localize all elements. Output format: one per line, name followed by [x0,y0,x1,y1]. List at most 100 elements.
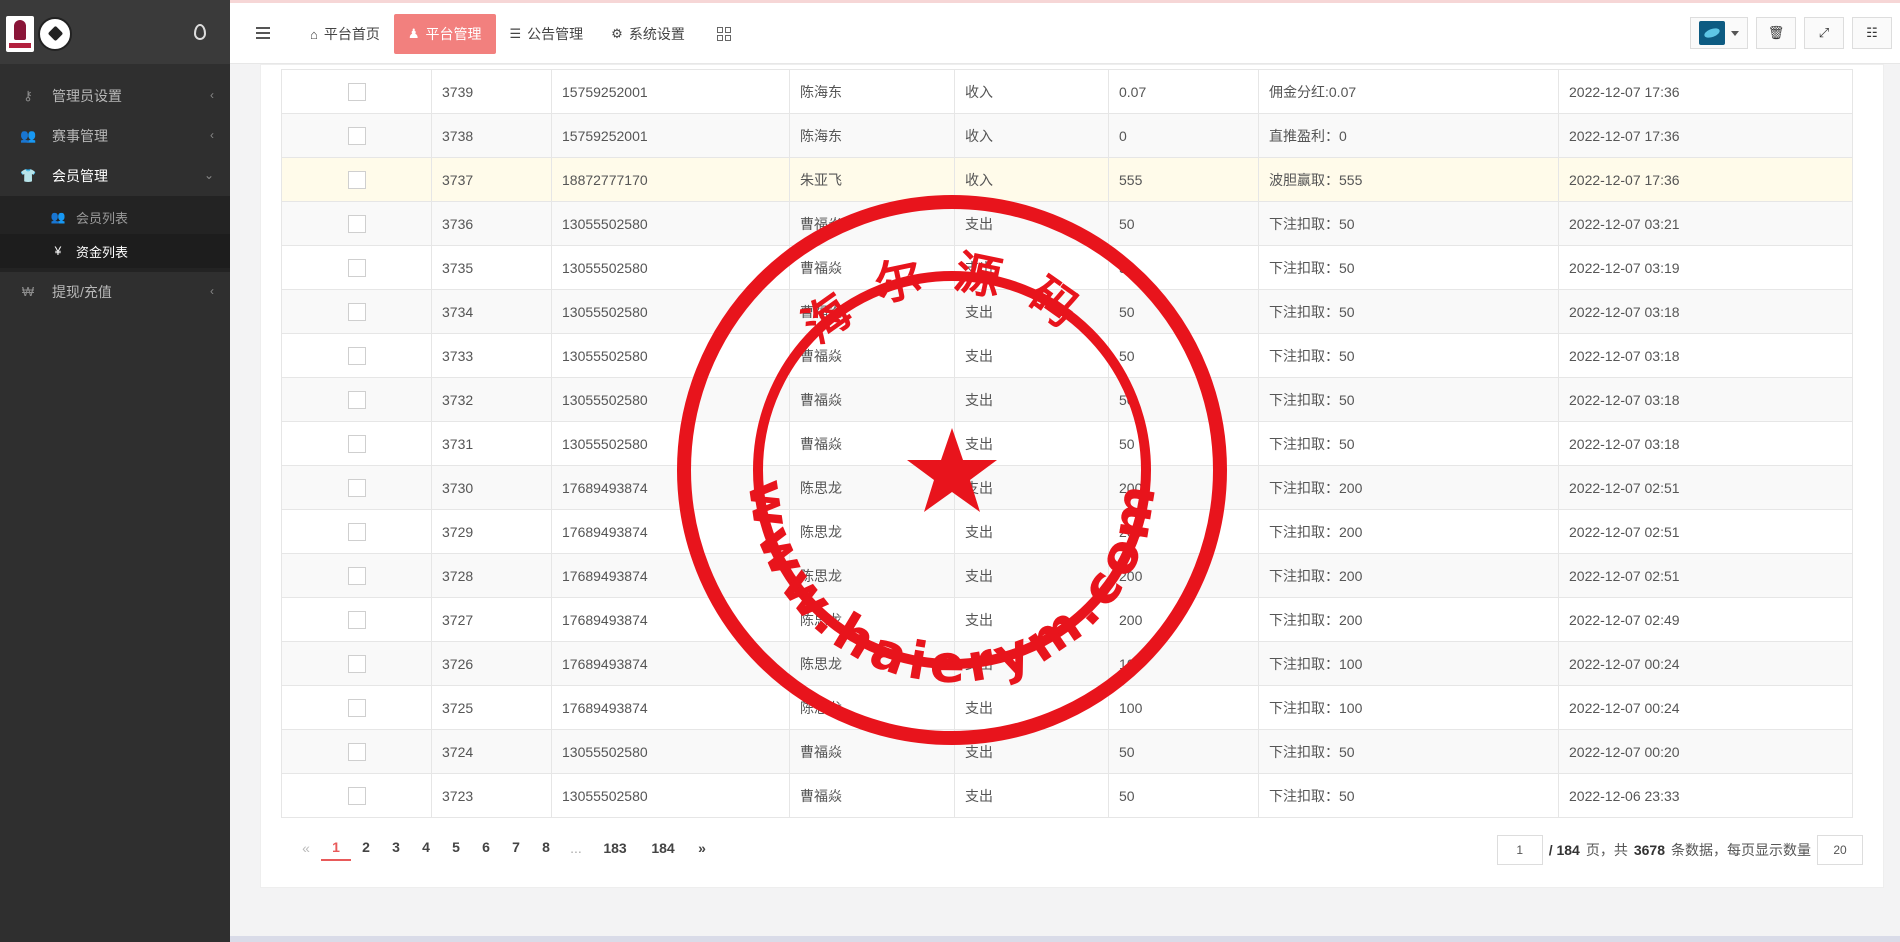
row-checkbox[interactable] [347,698,366,717]
row-checkbox[interactable] [347,522,366,541]
checkbox-cell [281,113,432,158]
cell-note: 下注扣取：50 [1258,377,1559,422]
row-checkbox[interactable] [347,478,366,497]
row-checkbox[interactable] [347,214,366,233]
checkbox-cell [281,597,432,642]
cell-phone: 13055502580 [551,333,790,378]
page-link-5[interactable]: 5 [441,835,471,861]
cell-type: 支出 [954,333,1109,378]
sidebar-subitem-member-list[interactable]: 👥 会员列表 [0,200,230,234]
page-link-6[interactable]: 6 [471,835,501,861]
prev-page-button[interactable]: « [291,836,321,860]
cell-note: 下注扣取：200 [1258,597,1559,642]
row-checkbox[interactable] [347,258,366,277]
tab-announcement-management[interactable]: ☰ 公告管理 [496,14,598,54]
page-link-4[interactable]: 4 [411,835,441,861]
cell-note: 直推盈利：0 [1258,113,1559,158]
row-checkbox[interactable] [347,346,366,365]
cell-id: 3736 [431,201,552,246]
expand-icon: ⤢ [1818,25,1830,40]
cell-id: 3730 [431,465,552,510]
row-checkbox[interactable] [347,390,366,409]
cell-time: 2022-12-07 03:21 [1558,201,1853,246]
row-checkbox[interactable] [347,126,366,145]
menu-toggle-icon[interactable] [256,27,270,39]
row-checkbox[interactable] [347,434,366,453]
cell-type: 支出 [954,553,1109,598]
table-row: 3734 13055502580 曹福焱 支出 50 下注扣取：50 2022-12-07 … [281,289,1853,334]
cell-amount: 100 [1108,641,1259,686]
settings-panel-button[interactable]: ☷ [1852,17,1892,49]
table-row: 3723 13055502580 曹福焱 支出 50 下注扣取：50 2022-12-06 … [281,773,1853,818]
cell-amount: 555 [1108,157,1259,202]
users-icon: 👥 [20,128,37,143]
fund-table: 3739 15759252001 陈海东 收入 0.07 佣金分红:0.07 2022-12… [281,69,1853,818]
user-avatar-dropdown[interactable] [1690,17,1748,49]
table-row: 3729 17689493874 陈思龙 支出 200 下注扣取：200 2022-12-0… [281,509,1853,554]
sidebar-item-admin-settings[interactable]: ⚷ 管理员设置 ‹ [0,76,230,116]
cell-time: 2022-12-07 03:19 [1558,245,1853,290]
sidebar-item-members[interactable]: 👕 会员管理 ⌄ [0,156,230,196]
cell-time: 2022-12-07 02:51 [1558,465,1853,510]
table-row: 3735 13055502580 曹福焱 支出 50 下注扣取：50 2022-12-07 … [281,245,1853,290]
apps-grid-button[interactable] [699,14,745,54]
cell-time: 2022-12-07 02:51 [1558,509,1853,554]
tab-label: 系统设置 [628,26,685,42]
page-link-1[interactable]: 1 [321,835,351,861]
fullscreen-button[interactable]: ⤢ [1804,17,1844,49]
sidebar: ⚷ 管理员设置 ‹ 👥 赛事管理 ‹ 👕 会员管理 ⌄ 👥 会员列表 ¥ 资金列… [0,0,230,942]
page-link-7[interactable]: 7 [501,835,531,861]
sidebar-item-events[interactable]: 👥 赛事管理 ‹ [0,116,230,156]
checkbox-cell [281,729,432,774]
table-row: 3728 17689493874 陈思龙 支出 200 下注扣取：200 2022-12-0… [281,553,1853,598]
topbar-tools: 🗑 ⤢ ☷ [1690,17,1900,49]
tab-platform-management[interactable]: ♟ 平台管理 [393,14,496,54]
cell-time: 2022-12-07 17:36 [1558,113,1853,158]
sidebar-subitem-fund-list[interactable]: ¥ 资金列表 [0,234,230,268]
cell-id: 3724 [431,729,552,774]
row-checkbox[interactable] [347,170,366,189]
user-icon: ♟ [407,26,420,41]
trash-icon: 🗑 [1767,25,1785,40]
cell-phone: 15759252001 [551,69,790,114]
cell-id: 3738 [431,113,552,158]
row-checkbox[interactable] [347,610,366,629]
table-row: 3724 13055502580 曹福焱 支出 50 下注扣取：50 2022-12-07 … [281,729,1853,774]
row-checkbox[interactable] [347,786,366,805]
subitem-label: 会员列表 [76,210,129,226]
tab-system-settings[interactable]: ⚙ 系统设置 [597,14,699,54]
page-size-input[interactable] [1817,835,1863,865]
page-link-8[interactable]: 8 [531,835,561,861]
cell-phone: 17689493874 [551,685,790,730]
next-page-button[interactable]: » [687,836,717,860]
page-link-183[interactable]: 183 [591,836,639,860]
row-checkbox[interactable] [347,82,366,101]
checkbox-cell [281,69,432,114]
sidebar-item-withdraw-recharge[interactable]: ₩ 提现/充值 ‹ [0,272,230,312]
theme-drop-icon[interactable] [194,24,206,40]
row-checkbox[interactable] [347,566,366,585]
tab-platform-home[interactable]: ⌂ 平台首页 [296,14,394,54]
cell-type: 收入 [954,69,1109,114]
page-link-2[interactable]: 2 [351,835,381,861]
list-icon: ☰ [509,26,522,41]
cell-time: 2022-12-07 02:49 [1558,597,1853,642]
row-checkbox[interactable] [347,302,366,321]
cell-note: 下注扣取：50 [1258,245,1559,290]
yen-icon: ¥ [54,244,62,258]
tab-label: 平台管理 [425,26,482,42]
cell-note: 下注扣取：200 [1258,509,1559,554]
cell-time: 2022-12-06 23:33 [1558,773,1853,818]
cell-note: 下注扣取：50 [1258,773,1559,818]
row-checkbox[interactable] [347,654,366,673]
checkbox-cell [281,245,432,290]
clear-cache-button[interactable]: 🗑 [1756,17,1796,49]
cell-note: 下注扣取：50 [1258,201,1559,246]
cell-phone: 17689493874 [551,553,790,598]
page-jump-input[interactable] [1496,835,1543,865]
row-checkbox[interactable] [347,742,366,761]
page-link-3[interactable]: 3 [381,835,411,861]
grid-icon [716,27,731,41]
avatar [1699,21,1725,45]
page-link-184[interactable]: 184 [639,836,687,860]
